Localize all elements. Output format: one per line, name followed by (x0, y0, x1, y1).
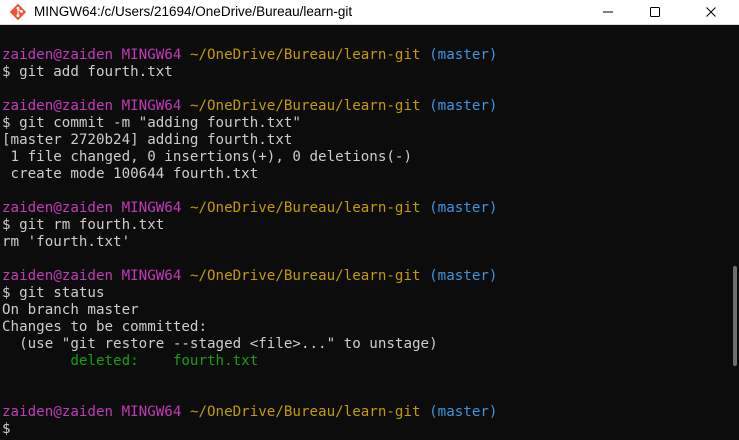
output-line: [master 2720b24] adding fourth.txt (2, 132, 293, 148)
prompt-shell: MINGW64 (121, 47, 182, 63)
output-line: create mode 100644 fourth.txt (2, 166, 259, 182)
maximize-icon (650, 7, 660, 17)
prompt-shell: MINGW64 (121, 404, 182, 420)
prompt-path: ~/OneDrive/Bureau/learn-git (189, 47, 421, 63)
scrollbar-thumb[interactable] (733, 266, 737, 366)
prompt-line: zaiden@zaiden MINGW64 ~/OneDrive/Bureau/… (2, 47, 497, 64)
close-button[interactable] (688, 0, 734, 24)
prompt-branch: (master) (429, 47, 498, 63)
prompt-path: ~/OneDrive/Bureau/learn-git (189, 200, 421, 216)
command-line: $ git rm fourth.txt (2, 217, 165, 233)
close-icon (706, 7, 716, 17)
title-bar[interactable]: MINGW64:/c/Users/21694/OneDrive/Bureau/l… (0, 0, 739, 25)
prompt-line: zaiden@zaiden MINGW64 ~/OneDrive/Bureau/… (2, 268, 497, 285)
prompt-user-host: zaiden@zaiden (2, 47, 114, 63)
prompt-shell: MINGW64 (121, 268, 182, 284)
command-input-line[interactable]: $ (2, 421, 11, 438)
minimize-button[interactable] (585, 0, 631, 24)
command-line: $ git status (2, 285, 105, 301)
output-line: Changes to be committed: (2, 319, 207, 335)
text-cursor (11, 421, 20, 438)
prompt-branch: (master) (429, 98, 498, 114)
prompt-branch: (master) (429, 268, 498, 284)
command-line: $ git add fourth.txt (2, 64, 173, 80)
prompt-path: ~/OneDrive/Bureau/learn-git (189, 98, 421, 114)
command-line: $ git commit -m "adding fourth.txt" (2, 115, 301, 131)
prompt-shell: MINGW64 (121, 200, 182, 216)
prompt-line: zaiden@zaiden MINGW64 ~/OneDrive/Bureau/… (2, 404, 497, 421)
scrollbar-track[interactable] (728, 25, 739, 440)
output-line: rm 'fourth.txt' (2, 234, 131, 250)
prompt-line: zaiden@zaiden MINGW64 ~/OneDrive/Bureau/… (2, 200, 497, 217)
git-bash-icon (9, 3, 27, 21)
prompt-path: ~/OneDrive/Bureau/learn-git (189, 404, 421, 420)
maximize-button[interactable] (632, 0, 678, 24)
prompt-shell: MINGW64 (121, 98, 182, 114)
prompt-branch: (master) (429, 200, 498, 216)
prompt-user-host: zaiden@zaiden (2, 404, 114, 420)
prompt-user-host: zaiden@zaiden (2, 200, 114, 216)
prompt-branch: (master) (429, 404, 498, 420)
terminal-output[interactable]: zaiden@zaiden MINGW64 ~/OneDrive/Bureau/… (0, 25, 728, 440)
output-line: 1 file changed, 0 insertions(+), 0 delet… (2, 149, 412, 165)
prompt-user-host: zaiden@zaiden (2, 268, 114, 284)
window-title: MINGW64:/c/Users/21694/OneDrive/Bureau/l… (34, 4, 353, 19)
terminal-window: MINGW64:/c/Users/21694/OneDrive/Bureau/l… (0, 0, 739, 440)
output-line: (use "git restore --staged <file>..." to… (2, 336, 438, 352)
minimize-icon (603, 11, 613, 13)
output-line: On branch master (2, 302, 139, 318)
prompt-path: ~/OneDrive/Bureau/learn-git (189, 268, 421, 284)
deleted-file-line: deleted: fourth.txt (2, 353, 259, 369)
prompt-user-host: zaiden@zaiden (2, 98, 114, 114)
prompt-line: zaiden@zaiden MINGW64 ~/OneDrive/Bureau/… (2, 98, 497, 115)
